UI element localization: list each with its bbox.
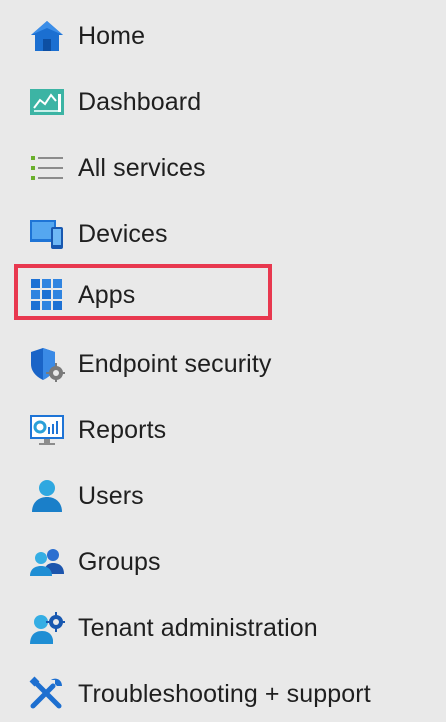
- nav-item-tenant-administration[interactable]: Tenant administration: [14, 600, 318, 656]
- devices-icon: [28, 215, 66, 253]
- navigation-menu: Home Dashboard All services Devices Apps…: [0, 0, 446, 713]
- group-icon: [28, 543, 66, 581]
- nav-item-label: Devices: [78, 219, 168, 248]
- tenant-admin-icon: [28, 609, 66, 647]
- nav-item-troubleshooting-support[interactable]: Troubleshooting + support: [14, 666, 371, 722]
- nav-item-label: Tenant administration: [78, 613, 318, 642]
- user-icon: [28, 477, 66, 515]
- nav-item-all-services[interactable]: All services: [14, 140, 314, 196]
- nav-item-label: Endpoint security: [78, 349, 272, 378]
- nav-item-devices[interactable]: Devices: [14, 206, 314, 262]
- nav-item-label: Home: [78, 21, 146, 50]
- nav-item-home[interactable]: Home: [14, 8, 314, 64]
- shield-gear-icon: [28, 345, 66, 383]
- apps-grid-icon: [28, 276, 66, 314]
- nav-item-endpoint-security[interactable]: Endpoint security: [14, 336, 314, 392]
- nav-item-dashboard[interactable]: Dashboard: [14, 74, 314, 130]
- nav-item-label: Troubleshooting + support: [78, 679, 371, 708]
- nav-item-label: Dashboard: [78, 87, 202, 116]
- nav-item-label: Reports: [78, 415, 167, 444]
- nav-item-users[interactable]: Users: [14, 468, 314, 524]
- nav-item-apps[interactable]: Apps: [14, 267, 314, 323]
- nav-item-label: Groups: [78, 547, 161, 576]
- wrench-screwdriver-icon: [28, 675, 66, 713]
- nav-item-label: All services: [78, 153, 206, 182]
- dashboard-icon: [28, 83, 66, 121]
- nav-item-groups[interactable]: Groups: [14, 534, 314, 590]
- list-icon: [28, 149, 66, 187]
- reports-monitor-icon: [28, 411, 66, 449]
- home-icon: [28, 17, 66, 55]
- nav-item-label: Users: [78, 481, 144, 510]
- nav-item-reports[interactable]: Reports: [14, 402, 314, 458]
- nav-item-label: Apps: [78, 280, 136, 309]
